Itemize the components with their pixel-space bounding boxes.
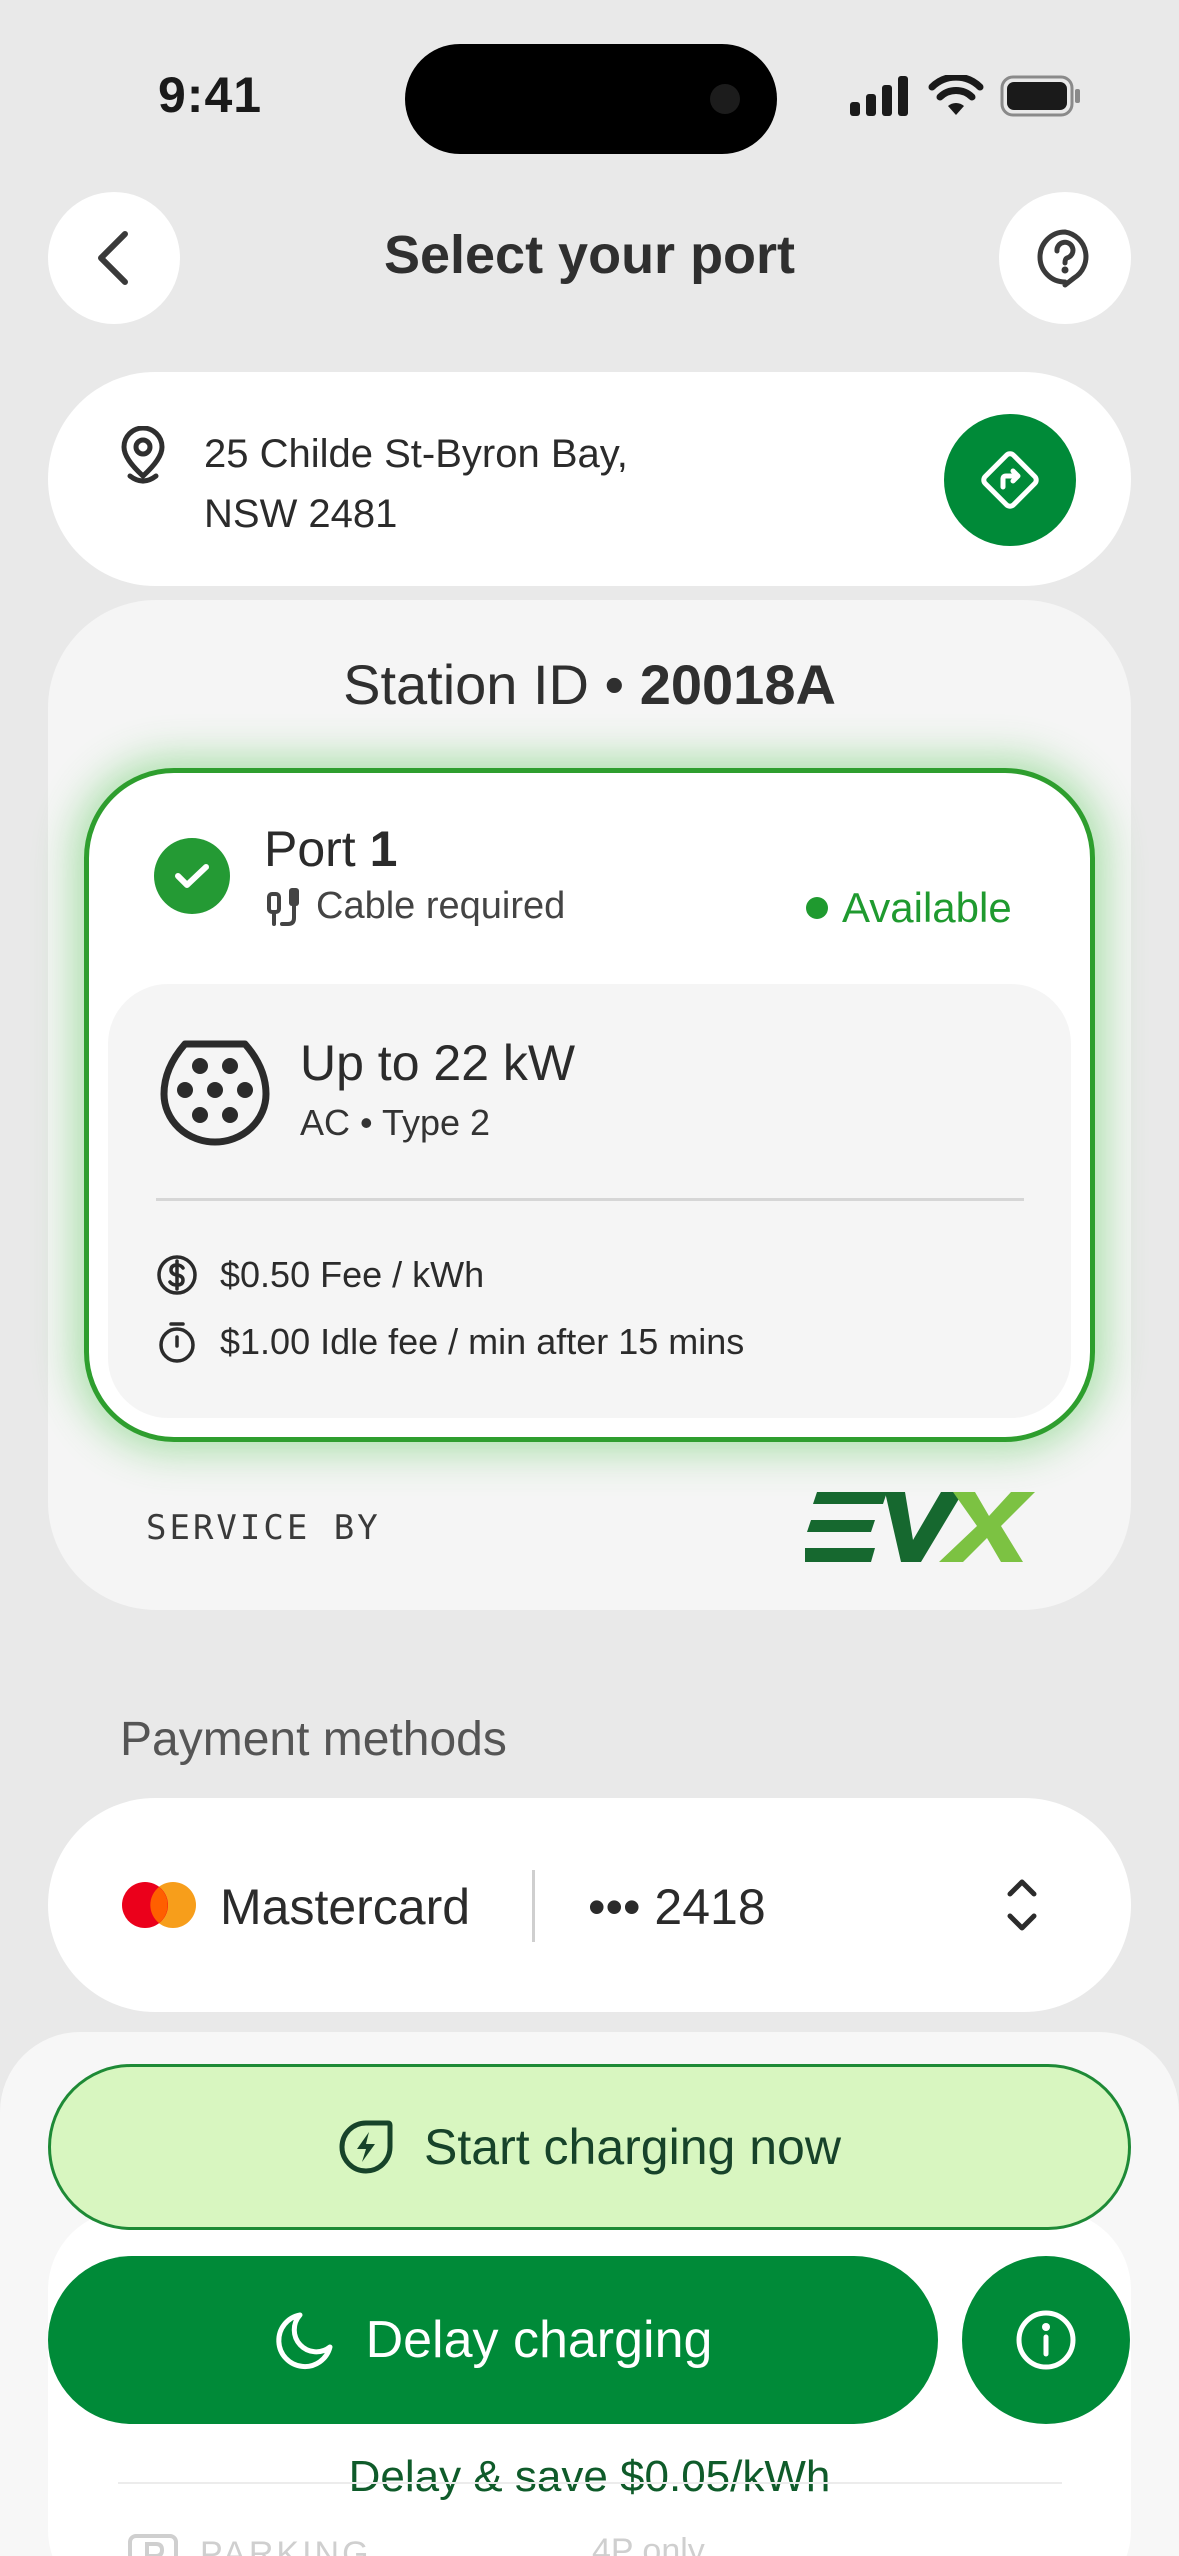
separator <box>532 1870 535 1942</box>
type2-plug-icon <box>160 1040 270 1146</box>
port-name: Port 1 <box>264 820 397 878</box>
energy-fee: $0.50 Fee / kWh <box>156 1254 484 1296</box>
divider <box>118 2482 1062 2484</box>
status-badge: Available <box>806 884 1012 932</box>
card-brand: Mastercard <box>220 1879 471 1935</box>
delay-charging-button[interactable]: Delay charging <box>48 2256 938 2424</box>
evx-logo-e <box>805 1492 887 1562</box>
energy-fee-text: $0.50 Fee / kWh <box>220 1254 485 1295</box>
cable-text: Cable required <box>316 884 566 927</box>
status-time: 9:41 <box>158 67 263 123</box>
map-pin-icon <box>121 426 165 484</box>
max-power: Up to 22 kW <box>300 1035 576 1091</box>
mastercard-logo-icon <box>122 1882 196 1928</box>
battery-icon <box>1000 75 1080 117</box>
delay-savings-text: Delay & save $0.05/kWh <box>348 2452 831 2501</box>
help-button[interactable] <box>999 192 1131 324</box>
idle-fee: $1.00 Idle fee / min after 15 mins <box>156 1320 744 1364</box>
service-by-label: SERVICE BY <box>146 1508 381 1548</box>
divider <box>156 1198 1024 1201</box>
station-address: 25 Childe St-Byron Bay, NSW 2481 <box>204 424 628 544</box>
idle-fee-text: $1.00 Idle fee / min after 15 mins <box>220 1321 745 1362</box>
eco-charge-icon <box>339 2120 393 2174</box>
start-charging-button[interactable]: Start charging now <box>48 2064 1131 2230</box>
parking-info: PARKING <box>126 2532 372 2556</box>
parking-icon <box>128 2534 178 2556</box>
moon-icon <box>275 2312 333 2370</box>
evx-logo <box>805 1492 1035 1562</box>
timer-icon <box>159 1322 195 1363</box>
port-selected-check-icon <box>154 838 230 914</box>
dollar-icon <box>157 1255 197 1295</box>
status-text: Available <box>842 884 1012 931</box>
parking-note: 4P only <box>592 2532 705 2556</box>
delay-charging-label: Delay charging <box>365 2311 713 2369</box>
status-icons <box>850 74 1082 118</box>
start-charging-label: Start charging now <box>424 2119 841 2175</box>
help-icon <box>1037 229 1089 288</box>
signal-icon <box>850 76 908 116</box>
camera-dot <box>710 84 740 114</box>
port-label: Port <box>264 821 356 877</box>
address-line-1: 25 Childe St-Byron Bay, <box>204 432 628 476</box>
payment-methods-label: Payment methods <box>120 1713 507 1766</box>
directions-icon <box>981 451 1039 509</box>
station-id-label: Station ID • <box>343 653 625 716</box>
cable-icon <box>267 888 299 926</box>
port-number: 1 <box>369 821 398 877</box>
status-dot <box>806 897 828 919</box>
connector-type: AC • Type 2 <box>300 1102 491 1143</box>
address-line-2: NSW 2481 <box>204 492 398 536</box>
station-id: Station ID • 20018A <box>0 652 1179 717</box>
cable-info: Cable required <box>264 884 565 928</box>
info-button[interactable] <box>962 2256 1130 2424</box>
chevron-up-down-icon[interactable] <box>1004 1874 1040 1936</box>
info-icon <box>1016 2310 1076 2370</box>
directions-button[interactable] <box>944 414 1076 546</box>
wifi-icon <box>928 75 984 115</box>
card-number: ••• 2418 <box>588 1879 766 1935</box>
station-id-value: 20018A <box>639 653 836 716</box>
parking-label: PARKING <box>200 2534 372 2556</box>
